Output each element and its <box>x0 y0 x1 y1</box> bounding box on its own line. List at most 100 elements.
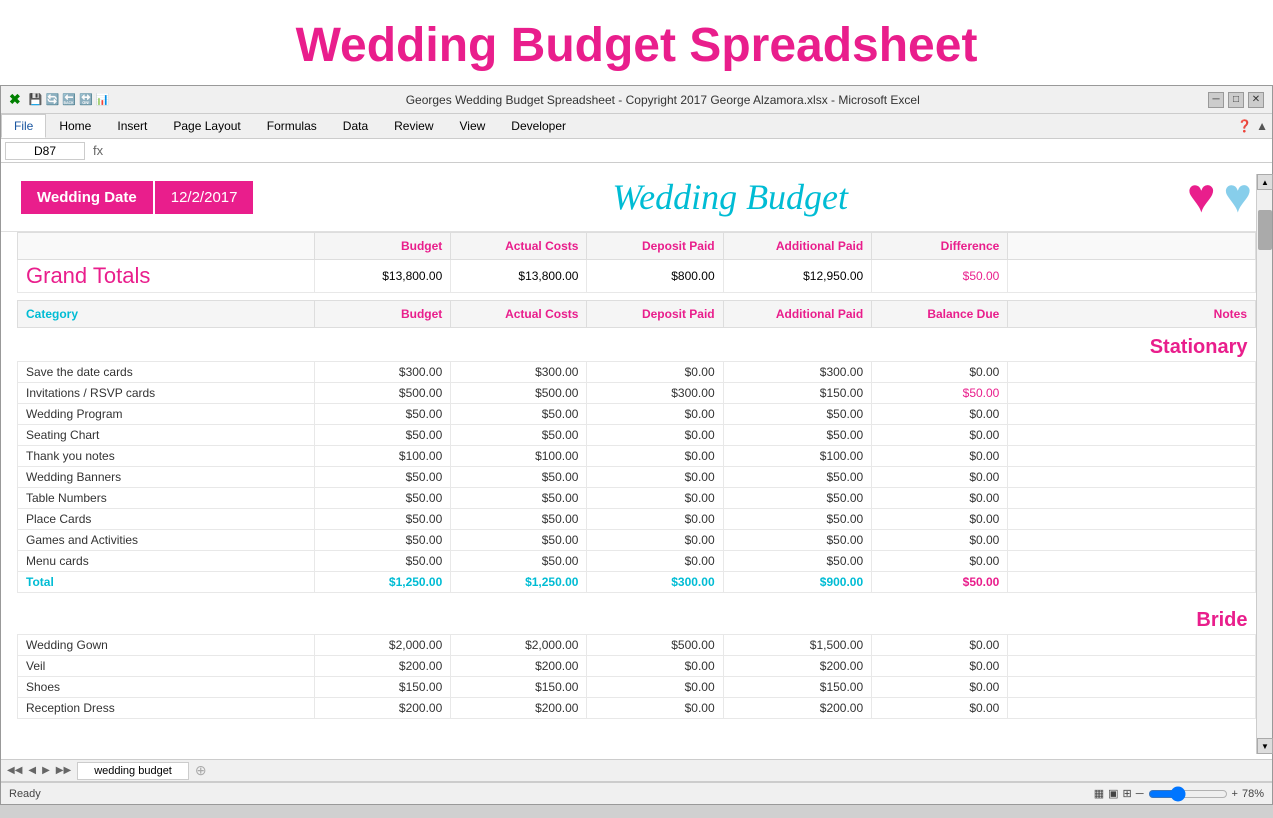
grand-totals-actual: $13,800.00 <box>451 260 587 293</box>
row-budget: $50.00 <box>315 488 451 509</box>
prev-sheet-icon[interactable]: ◀ <box>26 765 38 776</box>
row-notes <box>1008 655 1256 676</box>
total-budget: $1,250.00 <box>315 572 451 593</box>
row-budget: $2,000.00 <box>315 634 451 655</box>
table-row[interactable]: Thank you notes $100.00 $100.00 $0.00 $1… <box>18 446 1256 467</box>
stationary-total-row: Total $1,250.00 $1,250.00 $300.00 $900.0… <box>18 572 1256 593</box>
table-row[interactable]: Wedding Banners $50.00 $50.00 $0.00 $50.… <box>18 467 1256 488</box>
scroll-thumb[interactable] <box>1258 210 1272 250</box>
nav-arrows: ◀◀ ◀ ▶ ▶▶ <box>5 765 73 776</box>
tab-view[interactable]: View <box>447 114 499 138</box>
row-deposit: $0.00 <box>587 551 723 572</box>
cell-reference[interactable] <box>5 142 85 160</box>
row-balance: $0.00 <box>872 551 1008 572</box>
grand-totals-label: Grand Totals <box>18 260 315 293</box>
row-additional: $200.00 <box>723 655 872 676</box>
sheet-tabs-row: ◀◀ ◀ ▶ ▶▶ wedding budget ⊕ <box>1 760 1272 782</box>
row-actual: $200.00 <box>451 697 587 718</box>
table-row[interactable]: Wedding Program $50.00 $50.00 $0.00 $50.… <box>18 404 1256 425</box>
row-balance: $0.00 <box>872 425 1008 446</box>
row-balance: $0.00 <box>872 467 1008 488</box>
row-category: Invitations / RSVP cards <box>18 383 315 404</box>
last-sheet-icon[interactable]: ▶▶ <box>54 765 73 776</box>
minimize-btn[interactable]: ─ <box>1208 92 1224 108</box>
row-deposit: $0.00 <box>587 425 723 446</box>
total-balance: $50.00 <box>872 572 1008 593</box>
collapse-icon[interactable]: ▲ <box>1256 119 1268 133</box>
table-row[interactable]: Games and Activities $50.00 $50.00 $0.00… <box>18 530 1256 551</box>
tab-home[interactable]: Home <box>46 114 104 138</box>
heart-icon-pink: ♥ <box>1187 173 1216 221</box>
tab-developer[interactable]: Developer <box>498 114 579 138</box>
table-row[interactable]: Invitations / RSVP cards $500.00 $500.00… <box>18 383 1256 404</box>
row-balance: $0.00 <box>872 697 1008 718</box>
help-icon[interactable]: ❓ <box>1237 119 1252 133</box>
excel-window: ✖ 💾 🔄 🔙 🔛 📊 Georges Wedding Budget Sprea… <box>0 85 1273 805</box>
row-notes <box>1008 446 1256 467</box>
zoom-minus-icon[interactable]: ─ <box>1136 788 1144 800</box>
formula-bar: fx <box>1 139 1272 163</box>
view-normal-icon[interactable]: ▦ <box>1094 787 1104 800</box>
col-header-notes-empty <box>1008 233 1256 260</box>
first-sheet-icon[interactable]: ◀◀ <box>5 765 24 776</box>
row-notes <box>1008 697 1256 718</box>
table-row[interactable]: Place Cards $50.00 $50.00 $0.00 $50.00 $… <box>18 509 1256 530</box>
row-category: Veil <box>18 655 315 676</box>
row-deposit: $0.00 <box>587 362 723 383</box>
table-row[interactable]: Veil $200.00 $200.00 $0.00 $200.00 $0.00 <box>18 655 1256 676</box>
tab-formulas[interactable]: Formulas <box>254 114 330 138</box>
row-actual: $300.00 <box>451 362 587 383</box>
zoom-plus-icon[interactable]: + <box>1232 788 1238 800</box>
stationary-label: Stationary <box>18 328 1256 362</box>
restore-btn[interactable]: □ <box>1228 92 1244 108</box>
heart-icon-blue: ♥ <box>1224 173 1253 221</box>
row-actual: $2,000.00 <box>451 634 587 655</box>
row-deposit: $0.00 <box>587 676 723 697</box>
row-notes <box>1008 509 1256 530</box>
row-additional: $50.00 <box>723 488 872 509</box>
tab-insert[interactable]: Insert <box>104 114 160 138</box>
tab-file[interactable]: File <box>1 114 46 138</box>
row-actual: $500.00 <box>451 383 587 404</box>
add-sheet-icon[interactable]: ⊕ <box>195 762 207 779</box>
row-additional: $1,500.00 <box>723 634 872 655</box>
wedding-date-box: Wedding Date 12/2/2017 <box>21 181 253 214</box>
sheet-tab-wedding-budget[interactable]: wedding budget <box>77 762 189 780</box>
row-deposit: $0.00 <box>587 404 723 425</box>
scroll-up-btn[interactable]: ▲ <box>1257 174 1272 190</box>
row-budget: $200.00 <box>315 655 451 676</box>
close-btn[interactable]: ✕ <box>1248 92 1264 108</box>
table-row[interactable]: Save the date cards $300.00 $300.00 $0.0… <box>18 362 1256 383</box>
table-row[interactable]: Wedding Gown $2,000.00 $2,000.00 $500.00… <box>18 634 1256 655</box>
view-break-icon[interactable]: ⊞ <box>1123 787 1132 800</box>
view-layout-icon[interactable]: ▣ <box>1108 787 1118 800</box>
row-deposit: $0.00 <box>587 446 723 467</box>
col-header-diff-gt: Difference <box>872 233 1008 260</box>
row-balance: $0.00 <box>872 530 1008 551</box>
grand-totals-additional: $12,950.00 <box>723 260 872 293</box>
zoom-slider[interactable] <box>1148 786 1228 802</box>
page-title: Wedding Budget Spreadsheet <box>0 0 1273 85</box>
formula-input[interactable] <box>111 144 1268 158</box>
row-category: Wedding Gown <box>18 634 315 655</box>
spacer-2 <box>18 593 1256 601</box>
tab-review[interactable]: Review <box>381 114 446 138</box>
row-notes <box>1008 676 1256 697</box>
table-row[interactable]: Menu cards $50.00 $50.00 $0.00 $50.00 $0… <box>18 551 1256 572</box>
row-notes <box>1008 530 1256 551</box>
spacer-1 <box>18 293 1256 301</box>
right-scrollbar[interactable]: ▲ ▼ <box>1256 174 1272 754</box>
grand-totals-budget: $13,800.00 <box>315 260 451 293</box>
tab-data[interactable]: Data <box>330 114 381 138</box>
table-row[interactable]: Seating Chart $50.00 $50.00 $0.00 $50.00… <box>18 425 1256 446</box>
table-row[interactable]: Shoes $150.00 $150.00 $0.00 $150.00 $0.0… <box>18 676 1256 697</box>
table-row[interactable]: Table Numbers $50.00 $50.00 $0.00 $50.00… <box>18 488 1256 509</box>
tab-page-layout[interactable]: Page Layout <box>160 114 253 138</box>
row-category: Save the date cards <box>18 362 315 383</box>
table-area: Budget Actual Costs Deposit Paid Additio… <box>1 232 1272 719</box>
sheet-area: Wedding Date 12/2/2017 Wedding Budget ♥ … <box>1 163 1272 793</box>
table-row[interactable]: Reception Dress $200.00 $200.00 $0.00 $2… <box>18 697 1256 718</box>
next-sheet-icon[interactable]: ▶ <box>40 765 52 776</box>
col-notes-header: Notes <box>1008 301 1256 328</box>
scroll-down-btn[interactable]: ▼ <box>1257 738 1272 754</box>
